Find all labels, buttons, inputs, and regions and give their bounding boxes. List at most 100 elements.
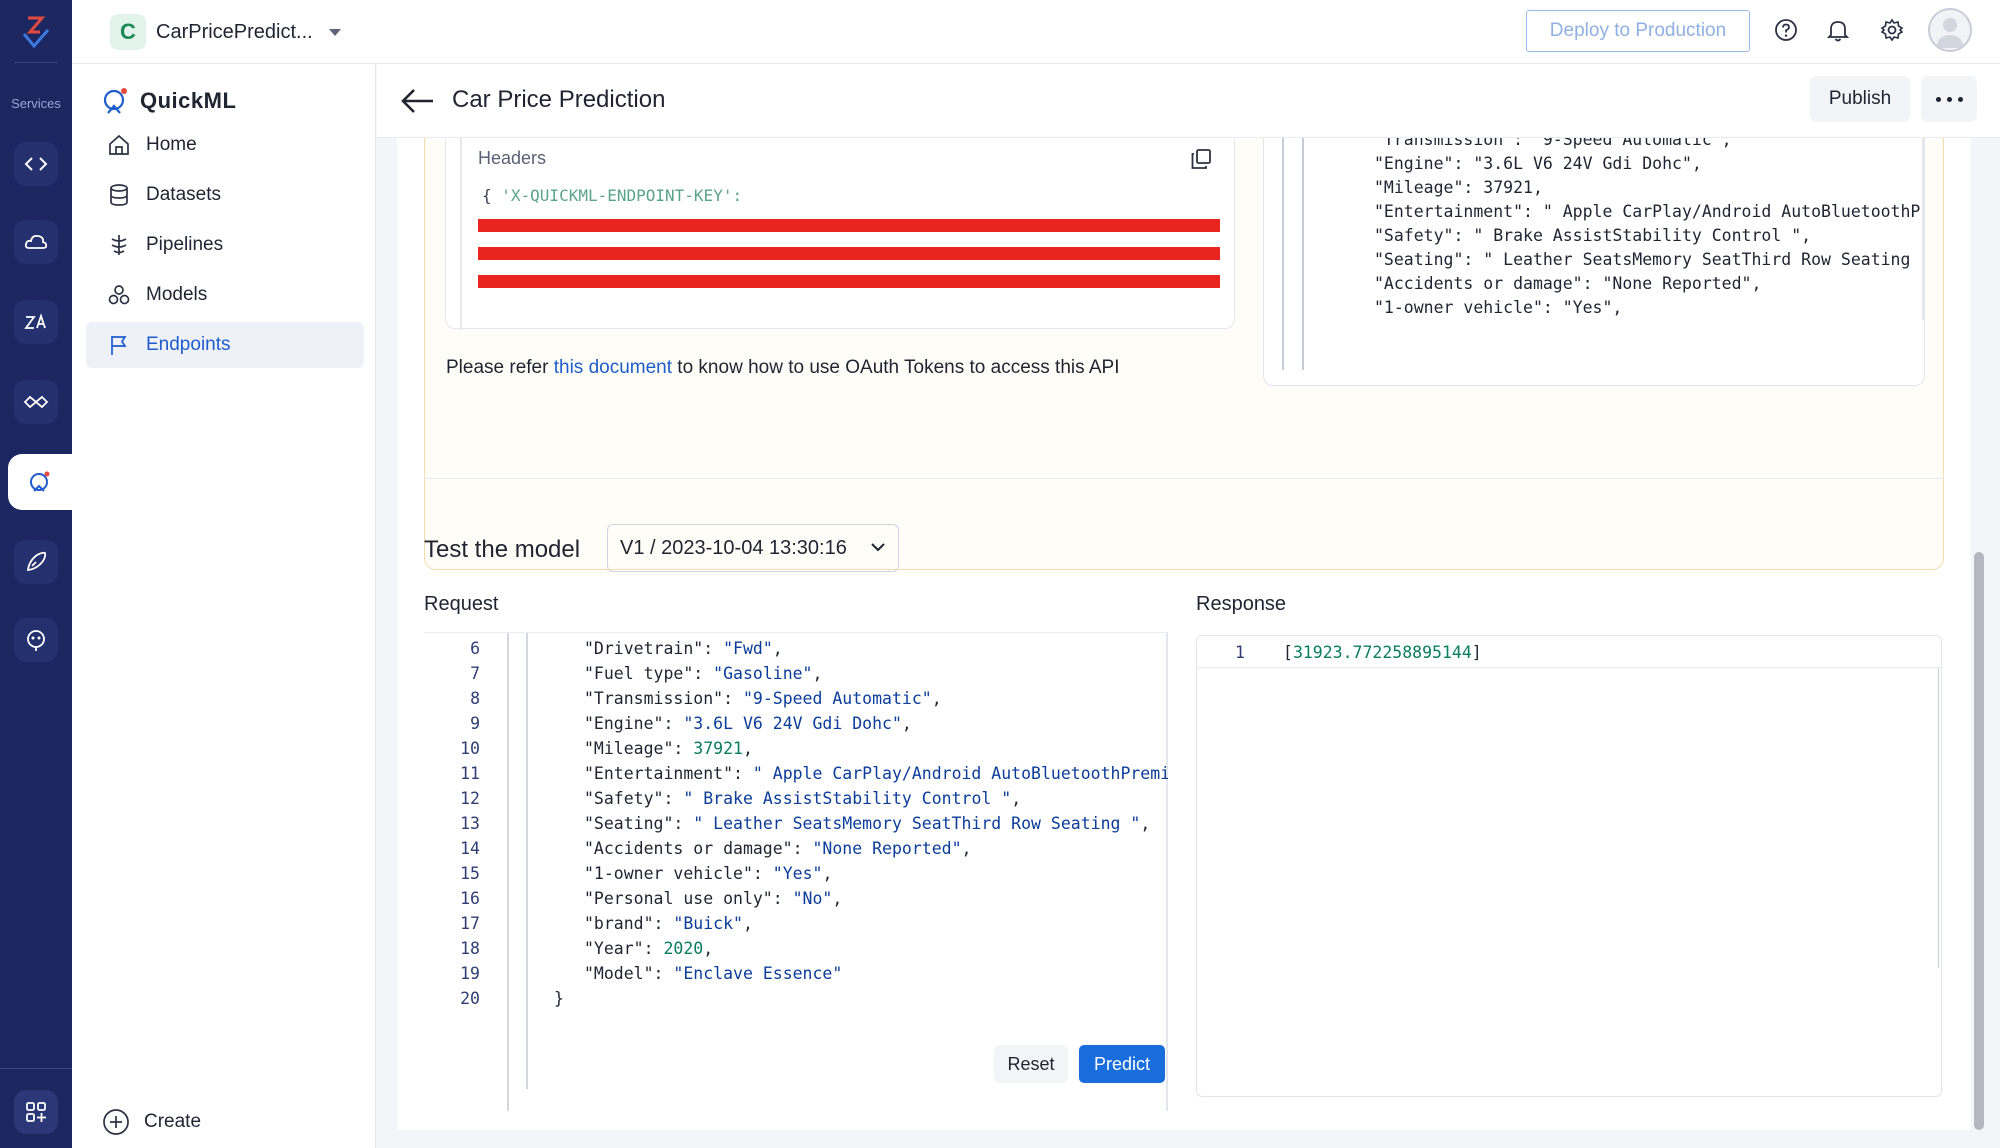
service-bot-button[interactable] [14, 618, 58, 662]
json-key: "Drivetrain" [584, 639, 704, 658]
page-scrollbar-thumb[interactable] [1974, 552, 1984, 1130]
quickml-brand: QuickML [102, 86, 236, 116]
code-text: "Seating": " Leather SeatsMemory SeatThi… [584, 814, 1150, 833]
colon: : [772, 889, 793, 908]
json-value: "3.6L V6 24V Gdi Dohc" [683, 714, 902, 733]
service-quickml-button[interactable] [8, 454, 72, 510]
colon: : [653, 964, 674, 983]
colon: : [653, 914, 674, 933]
oauth-note-after: to know how to use OAuth Tokens to acces… [672, 357, 1120, 378]
json-key: "brand" [584, 914, 654, 933]
trailing-comma: , [1011, 789, 1022, 808]
bracket-close: ] [1471, 643, 1482, 662]
request-editor[interactable]: 6 "Drivetrain": "Fwd", 7 "Fuel type": "Gaso… [424, 632, 1168, 1130]
gear-icon [1880, 18, 1904, 42]
trailing-comma: , [931, 689, 942, 708]
json-key: "Seating" [584, 814, 674, 833]
service-handshake-button[interactable] [14, 380, 58, 424]
trailing-comma: , [772, 639, 783, 658]
line-number: 19 [460, 964, 480, 983]
json-value: "9-Speed Automatic" [742, 689, 932, 708]
brace-open: { [482, 186, 502, 205]
colon: : [693, 664, 714, 683]
colon: : [792, 839, 813, 858]
colon: : [643, 939, 664, 958]
response-line: 1 [31923.772258895144] [1197, 636, 1941, 668]
avatar[interactable] [1928, 8, 1972, 52]
line-number: 15 [460, 864, 480, 883]
settings-button[interactable] [1876, 14, 1908, 46]
create-button[interactable]: Create [102, 1108, 201, 1136]
redaction-bar [478, 275, 1220, 288]
preview-scrollbar[interactable] [1922, 138, 1924, 320]
deploy-to-production-button[interactable]: Deploy to Production [1526, 10, 1750, 52]
translate-icon [24, 313, 46, 329]
predict-button[interactable]: Predict [1079, 1045, 1165, 1083]
sidebar-item-models[interactable]: Models [86, 272, 364, 318]
preview-line: "Safety": " Brake AssistStability Contro… [1374, 226, 1812, 245]
line-number: 11 [460, 764, 480, 783]
code-text: } [554, 989, 564, 1008]
json-key: "1-owner vehicle" [584, 864, 753, 883]
code-brackets-icon [24, 157, 48, 171]
sidebar-item-home[interactable]: Home [86, 122, 364, 168]
line-number: 12 [460, 789, 480, 808]
page-header: Car Price Prediction Publish [377, 64, 2000, 138]
project-switcher[interactable]: C CarPricePredict... [110, 14, 341, 50]
code-text: "Drivetrain": "Fwd", [584, 639, 783, 658]
more-dot [1946, 96, 1952, 102]
reset-button[interactable]: Reset [994, 1045, 1068, 1083]
sidebar-item-datasets[interactable]: Datasets [86, 172, 364, 218]
help-icon [1775, 19, 1797, 41]
line-number: 8 [470, 689, 480, 708]
json-key: "Fuel type" [584, 664, 694, 683]
copy-icon[interactable] [1190, 148, 1212, 170]
colon: : [673, 739, 694, 758]
colon: : [673, 814, 694, 833]
colon: : [663, 789, 684, 808]
version-select[interactable]: V1 / 2023-10-04 13:30:16 [607, 524, 899, 572]
back-arrow-icon[interactable] [399, 86, 435, 116]
json-value: "Gasoline" [713, 664, 813, 683]
json-value: " Leather SeatsMemory SeatThird Row Seat… [693, 814, 1141, 833]
code-text: "Engine": "3.6L V6 24V Gdi Dohc", [584, 714, 912, 733]
database-icon [106, 182, 132, 208]
json-value: 2020 [663, 939, 704, 958]
chevron-down-icon [871, 543, 885, 552]
project-initial-badge: C [110, 14, 146, 50]
sidebar-item-endpoints[interactable]: Endpoints [86, 322, 364, 368]
service-code-button[interactable] [14, 142, 58, 186]
more-options-button[interactable] [1921, 76, 1977, 122]
oauth-note-before: Please refer [446, 357, 554, 378]
service-rocket-button[interactable] [14, 540, 58, 584]
code-line: 20} [424, 989, 1168, 1021]
apps-add-button[interactable] [14, 1090, 58, 1134]
json-key: "Accidents or damage" [584, 839, 793, 858]
help-button[interactable] [1770, 14, 1802, 46]
service-translate-button[interactable] [14, 300, 58, 344]
trailing-comma: , [961, 839, 972, 858]
request-label: Request [424, 593, 499, 615]
sidebar-item-label: Models [146, 284, 208, 305]
sidebar-item-pipelines[interactable]: Pipelines [86, 222, 364, 268]
redaction-bar [478, 247, 1220, 260]
json-value: "No" [792, 889, 833, 908]
publish-button[interactable]: Publish [1810, 76, 1910, 122]
response-editor[interactable]: 1 [31923.772258895144] [1196, 635, 1942, 1097]
service-cloud-button[interactable] [14, 220, 58, 264]
code-text: "Transmission": "9-Speed Automatic", [584, 689, 942, 708]
preview-line: "Entertainment": " Apple CarPlay/Android… [1374, 202, 1925, 221]
line-number: 9 [470, 714, 480, 733]
this-document-link[interactable]: this document [554, 357, 672, 378]
json-key: "Model" [584, 964, 654, 983]
plus-circle-icon [103, 1109, 129, 1135]
notifications-button[interactable] [1822, 14, 1854, 46]
line-number: 7 [470, 664, 480, 683]
chevron-down-icon [328, 28, 341, 36]
line-number: 10 [460, 739, 480, 758]
json-value: "Buick" [673, 914, 743, 933]
oauth-info-panel: Headers { 'X-QUICKML-ENDPOINT-KEY': Plea… [424, 138, 1944, 570]
oauth-note: Please refer this document to know how t… [446, 357, 1119, 379]
response-scrollbar[interactable] [1937, 668, 1939, 968]
catalyst-logo-icon[interactable] [18, 12, 54, 52]
